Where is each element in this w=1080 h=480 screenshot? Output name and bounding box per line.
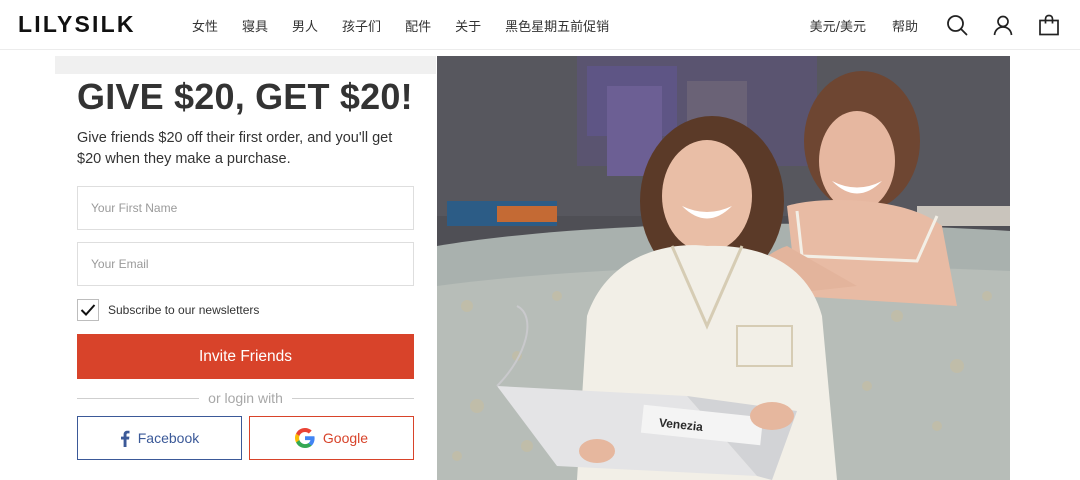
friends-reading-image: Venezia [437, 56, 1010, 480]
search-icon[interactable] [946, 14, 968, 36]
facebook-icon [120, 430, 130, 447]
login-divider: or login with [77, 389, 415, 407]
invite-friends-button[interactable]: Invite Friends [77, 334, 414, 379]
subscribe-row: Subscribe to our newsletters [77, 299, 259, 321]
google-icon [294, 428, 315, 448]
subscribe-label: Subscribe to our newsletters [108, 303, 260, 317]
facebook-label: Facebook [137, 430, 200, 446]
nav-item-men[interactable]: 男人 [292, 16, 318, 35]
divider-line-right [291, 397, 415, 399]
nav-item-women[interactable]: 女性 [192, 16, 218, 35]
google-login-button[interactable]: Google [249, 416, 414, 460]
site-logo[interactable]: LILYSILK [18, 11, 136, 38]
header-actions: 美元/美元 帮助 [810, 0, 1060, 50]
referral-panel: GIVE $20, GET $20! Give friends $20 off … [55, 56, 436, 480]
promo-title: GIVE $20, GET $20! [77, 76, 413, 117]
first-name-field[interactable] [77, 186, 414, 230]
site-header: LILYSILK 女性 寝具 男人 孩子们 配件 关于 黑色星期五前促销 美元/… [0, 0, 1080, 50]
nav-item-bedding[interactable]: 寝具 [242, 16, 268, 35]
nav-item-accessories[interactable]: 配件 [405, 16, 431, 35]
facebook-login-button[interactable]: Facebook [77, 416, 242, 460]
promo-description: Give friends $20 off their first order, … [77, 130, 393, 167]
email-field[interactable] [77, 242, 414, 286]
nav-item-about[interactable]: 关于 [455, 16, 481, 35]
account-icon[interactable] [992, 14, 1014, 36]
divider-text: or login with [208, 390, 283, 406]
subscribe-checkbox[interactable] [77, 299, 99, 321]
help-link[interactable]: 帮助 [892, 16, 918, 35]
divider-line-left [77, 397, 200, 399]
main-nav: 女性 寝具 男人 孩子们 配件 关于 黑色星期五前促销 [180, 0, 621, 50]
nav-item-kids[interactable]: 孩子们 [342, 16, 381, 35]
hero-photo: Venezia [437, 56, 1010, 480]
currency-selector[interactable]: 美元/美元 [810, 16, 866, 35]
cart-icon[interactable] [1038, 14, 1060, 36]
checkmark-icon [80, 304, 96, 316]
google-label: Google [322, 430, 369, 446]
nav-item-black-friday[interactable]: 黑色星期五前促销 [505, 16, 609, 35]
panel-top-bar [55, 56, 436, 74]
